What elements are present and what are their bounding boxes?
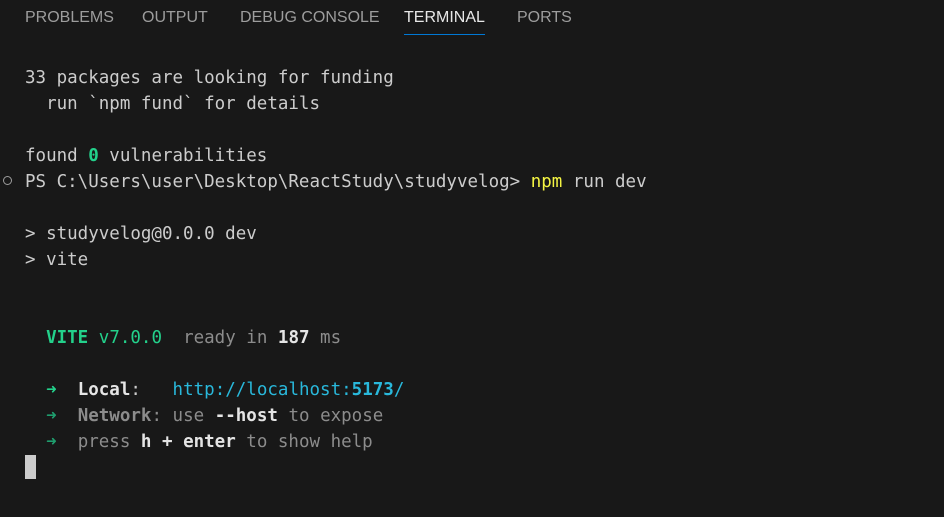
local-label: Local: [77, 380, 131, 400]
network-suffix: to expose: [277, 406, 384, 426]
network-line: ➜ Network: use --host to expose: [25, 403, 383, 429]
help-line: ➜ press h + enter to show help: [25, 429, 373, 455]
command-decoration-icon[interactable]: [3, 176, 12, 185]
vite-name: VITE: [46, 328, 89, 348]
command-npm: npm: [530, 172, 563, 192]
local-port: 5173: [351, 380, 394, 400]
local-url-line: ➜ Local: http://localhost:5173/: [25, 377, 404, 403]
script-line-1: > studyvelog@0.0.0 dev: [25, 224, 257, 244]
local-url-prefix: http://localhost:: [172, 380, 352, 400]
ready-time: 187: [277, 328, 310, 348]
terminal-output[interactable]: 33 packages are looking for funding run …: [0, 0, 944, 517]
vite-version: v7.0.0: [98, 328, 162, 348]
arrow-right-icon: ➜: [46, 432, 57, 452]
help-key: h + enter: [140, 432, 236, 452]
local-url[interactable]: http://localhost:5173/: [173, 380, 405, 400]
vulnerability-suffix: vulnerabilities: [98, 146, 268, 166]
command-args: run dev: [562, 172, 647, 192]
network-flag: --host: [214, 406, 278, 426]
network-label: Network: [77, 406, 152, 426]
vite-ready-line: VITE v7.0.0 ready in 187 ms: [25, 325, 341, 351]
found-prefix: found: [25, 146, 89, 166]
help-suffix: to show help: [235, 432, 373, 452]
ready-unit: ms: [309, 328, 342, 348]
arrow-right-icon: ➜: [46, 406, 57, 426]
prompt-line: PS C:\Users\user\Desktop\ReactStudy\stud…: [25, 169, 647, 195]
vulnerabilities-line: found 0 vulnerabilities: [25, 143, 267, 169]
terminal-cursor: [25, 455, 36, 479]
help-press: press: [77, 432, 141, 452]
arrow-right-icon: ➜: [46, 380, 57, 400]
ready-text: ready in: [183, 328, 278, 348]
fund-hint-line: run `npm fund` for details: [25, 94, 321, 114]
network-use: use: [162, 406, 215, 426]
prompt-path: PS C:\Users\user\Desktop\ReactStudy\stud…: [25, 172, 531, 192]
vulnerability-count: 0: [88, 146, 99, 166]
funding-line: 33 packages are looking for funding: [25, 68, 394, 88]
local-url-suffix: /: [393, 380, 405, 400]
script-line-2: > vite: [25, 250, 89, 270]
local-colon: :: [130, 380, 141, 400]
network-colon: :: [151, 406, 163, 426]
